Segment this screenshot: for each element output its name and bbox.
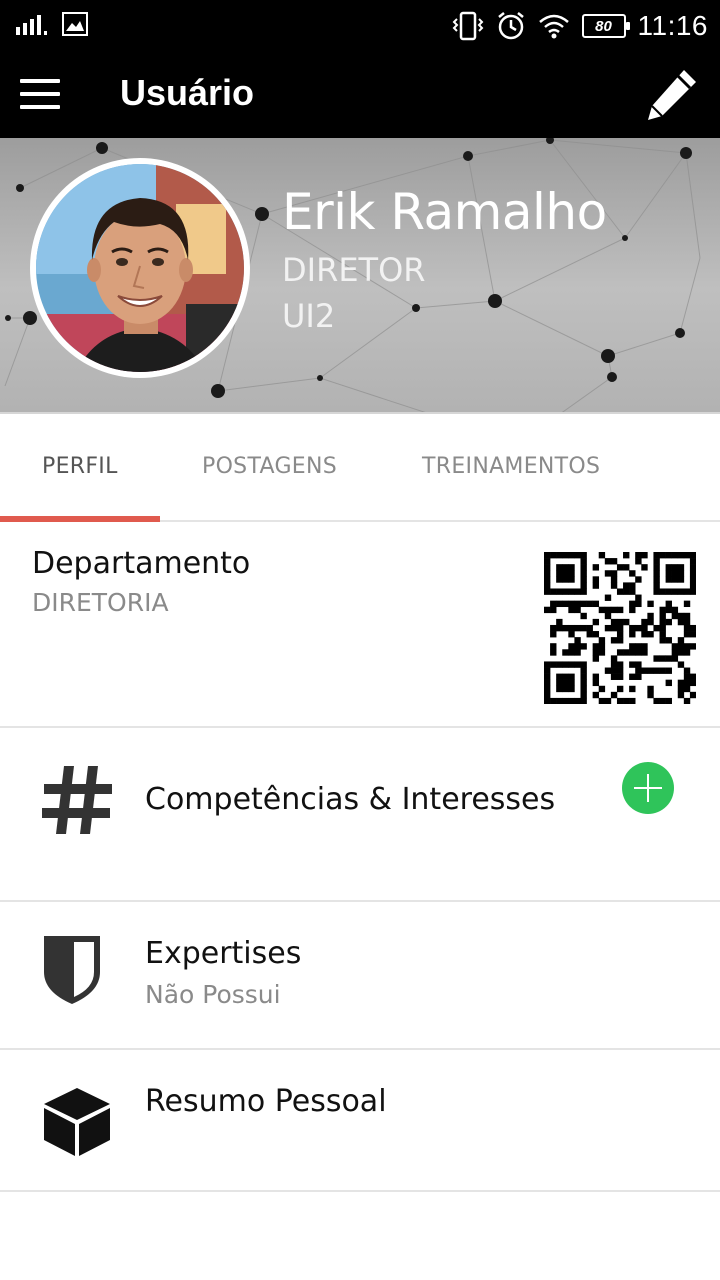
cube-icon xyxy=(44,1088,110,1156)
competencias-row[interactable]: Competências & Interesses xyxy=(0,728,720,902)
tab-treinamentos[interactable]: TREINAMENTOS xyxy=(422,454,600,479)
battery-icon: 80 xyxy=(581,14,630,38)
page-title: Usuário xyxy=(120,72,255,113)
profile-header: Erik Ramalho DIRETOR UI2 xyxy=(0,138,720,414)
tab-bar: PERFIL POSTAGENS TREINAMENTOS xyxy=(0,414,720,522)
resumo-title: Resumo Pessoal xyxy=(145,1084,387,1119)
resumo-row[interactable]: Resumo Pessoal xyxy=(0,1050,720,1192)
menu-icon[interactable] xyxy=(20,79,60,111)
wifi-icon xyxy=(538,14,569,39)
signal-icon xyxy=(16,15,47,35)
status-time: 11:16 xyxy=(637,10,708,41)
status-bar: 80 11:16 xyxy=(0,0,720,52)
profile-company: UI2 xyxy=(282,297,336,335)
expertises-subtitle: Não Possui xyxy=(145,980,281,1009)
tab-perfil[interactable]: PERFIL xyxy=(42,454,118,479)
department-section: Departamento DIRETORIA xyxy=(0,522,720,728)
competencias-title: Competências & Interesses xyxy=(145,782,556,817)
tab-postagens[interactable]: POSTAGENS xyxy=(202,454,337,479)
expertises-title: Expertises xyxy=(145,936,302,971)
department-value: DIRETORIA xyxy=(32,588,169,617)
profile-name: Erik Ramalho xyxy=(282,183,607,241)
expertises-row[interactable]: Expertises Não Possui xyxy=(0,902,720,1050)
shield-icon xyxy=(44,936,100,1004)
vibrate-icon xyxy=(452,11,483,41)
avatar-photo xyxy=(36,164,244,372)
profile-info: Erik Ramalho DIRETOR UI2 xyxy=(282,182,607,336)
department-label: Departamento xyxy=(32,546,251,581)
hash-icon xyxy=(42,766,112,834)
add-competencia-button[interactable] xyxy=(622,762,674,814)
battery-level: 80 xyxy=(595,17,612,35)
image-icon xyxy=(62,12,88,36)
qr-code[interactable] xyxy=(544,552,696,704)
avatar[interactable] xyxy=(30,158,250,378)
pencil-icon[interactable] xyxy=(640,64,702,126)
alarm-icon xyxy=(497,12,524,40)
profile-role: DIRETOR xyxy=(282,251,426,289)
app-bar: Usuário xyxy=(0,52,720,138)
